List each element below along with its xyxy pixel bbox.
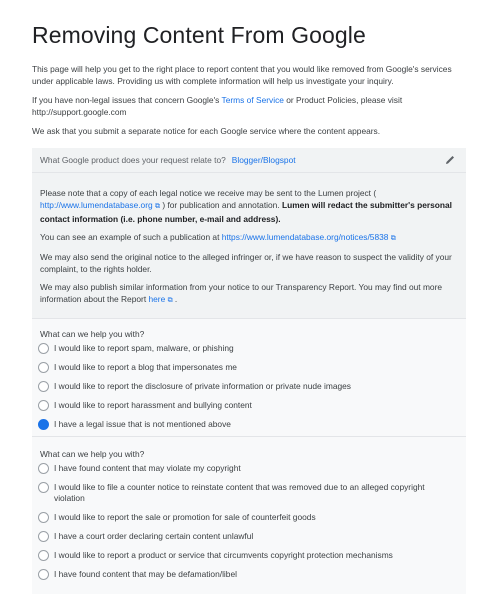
intro-paragraph-separate: We ask that you submit a separate notice… [32,126,381,136]
notice-infringer: We may also send the original notice to … [40,252,452,274]
radio-button[interactable] [38,512,49,523]
radio-button[interactable] [38,550,49,561]
product-selector[interactable]: What Google product does your request re… [32,148,466,172]
radio-button[interactable] [38,531,49,542]
help-group-2: What can we help you with? I have found … [32,436,466,594]
radio-button[interactable] [38,569,49,580]
notice-lumen: Please note that a copy of each legal no… [40,188,452,224]
group-question: What can we help you with? [40,449,145,459]
radio-button[interactable] [38,362,49,373]
radio-button[interactable] [38,343,49,354]
lumen-example-link[interactable]: https://www.lumendatabase.org/notices/58… [222,232,389,242]
pencil-icon[interactable] [444,154,456,166]
product-question: What Google product does your request re… [40,155,296,165]
lumen-link[interactable]: http://www.lumendatabase.org [40,200,153,210]
transparency-report-link[interactable]: here [148,294,165,304]
product-value: Blogger/Blogspot [231,155,296,165]
external-link-icon: ⧉ [390,235,396,242]
page: Removing Content From Google This page w… [0,0,495,600]
radio-button[interactable] [38,381,49,392]
lumen-notice: Please note that a copy of each legal no… [32,172,466,319]
terms-of-service-link[interactable]: Terms of Service [222,95,284,105]
group-question: What can we help you with? [40,329,145,339]
intro-paragraph-terms: If you have non-legal issues that concer… [32,95,403,117]
radio-button[interactable] [38,463,49,474]
radio-button-selected[interactable] [38,419,49,430]
intro-paragraph: This page will help you get to the right… [32,64,452,86]
radio-button[interactable] [38,482,49,493]
page-title: Removing Content From Google [32,22,366,48]
notice-example: You can see an example of such a publica… [40,232,396,242]
notice-transparency: We may also publish similar information … [40,282,443,304]
help-group-1: What can we help you with? I would like … [32,318,466,436]
radio-button[interactable] [38,400,49,411]
